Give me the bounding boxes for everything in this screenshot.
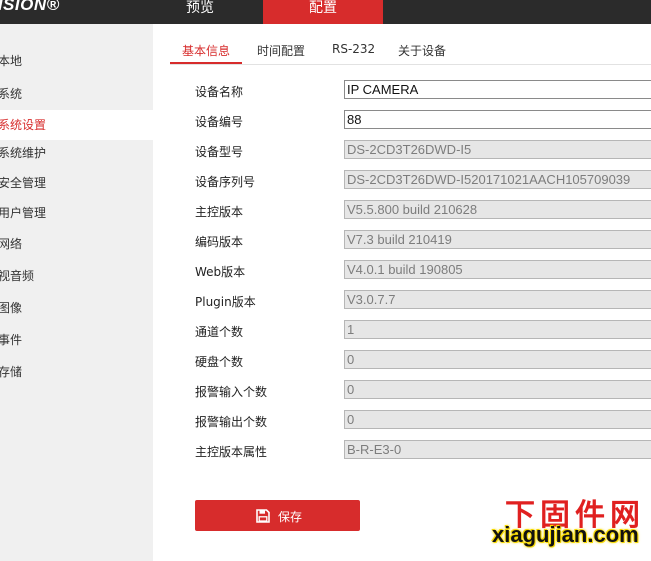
field-label: 主控版本属性 [195,445,268,459]
sidebar-item-local[interactable]: 本地 [0,46,153,76]
sidebar-item-storage[interactable]: 存储 [0,357,153,387]
channel-count-field: 1 [344,320,651,339]
firmware-version-field: V5.5.800 build 210628 [344,200,651,219]
form-row-device-model: 设备型号 DS-2CD3T26DWD-I5 [195,140,651,160]
tab-about-device[interactable]: 关于设备 [398,42,446,59]
field-label: 设备名称 [195,85,244,99]
form-row-device-number: 设备编号 88 [195,110,651,130]
device-model-field: DS-2CD3T26DWD-I5 [344,140,651,159]
form-row-alarm-input-count: 报警输入个数 0 [195,380,651,400]
top-bar: VISION® 预览 配置 [0,0,651,24]
form-row-alarm-output-count: 报警输出个数 0 [195,410,651,430]
subtab-bar: 基本信息 时间配置 RS-232 关于设备 [170,38,651,65]
field-label: 设备序列号 [195,175,256,189]
sidebar-item-network[interactable]: 网络 [0,229,153,259]
field-label: 报警输出个数 [195,415,268,429]
form-row-encoding-version: 编码版本 V7.3 build 210419 [195,230,651,250]
sidebar: 本地 系统 系统设置 系统维护 安全管理 用户管理 网络 视音频 图像 事件 存… [0,24,153,561]
watermark-url: xiagujian.com [492,522,639,547]
sidebar-item-system-settings[interactable]: 系统设置 [0,110,153,140]
field-label: 设备编号 [195,115,244,129]
form-row-firmware-attribute: 主控版本属性 B-R-E3-0 [195,440,651,460]
save-button-label: 保存 [278,510,303,524]
sidebar-item-users[interactable]: 用户管理 [0,198,153,228]
tab-basic-info[interactable]: 基本信息 [170,42,243,64]
form-row-channel-count: 通道个数 1 [195,320,651,340]
brand-logo: VISION® [0,0,60,14]
sidebar-item-system-maintenance[interactable]: 系统维护 [0,138,153,168]
device-name-input[interactable]: IP CAMERA [344,80,651,99]
disk-count-field: 0 [344,350,651,369]
field-label: 设备型号 [195,145,244,159]
field-label: 报警输入个数 [195,385,268,399]
nav-tab-config[interactable]: 配置 [263,0,383,24]
field-label: 通道个数 [195,325,244,339]
tab-time-config[interactable]: 时间配置 [257,42,305,59]
tab-rs232[interactable]: RS-232 [332,42,375,56]
save-button[interactable]: 保存 [195,500,360,531]
encoding-version-field: V7.3 build 210419 [344,230,651,249]
serial-number-field: DS-2CD3T26DWD-I520171021AACH105709039 [344,170,651,189]
field-label: 主控版本 [195,205,244,219]
sidebar-item-event[interactable]: 事件 [0,325,153,355]
field-label: 编码版本 [195,235,244,249]
form-row-device-name: 设备名称 IP CAMERA [195,80,651,100]
form-row-plugin-version: Plugin版本 V3.0.7.7 [195,290,651,310]
field-label: Plugin版本 [195,295,256,309]
sidebar-item-image[interactable]: 图像 [0,293,153,323]
form-row-serial-number: 设备序列号 DS-2CD3T26DWD-I520171021AACH105709… [195,170,651,190]
field-label: 硬盘个数 [195,355,244,369]
form-row-web-version: Web版本 V4.0.1 build 190805 [195,260,651,280]
sidebar-item-system[interactable]: 系统 [0,79,153,109]
web-version-field: V4.0.1 build 190805 [344,260,651,279]
floppy-disk-icon [256,509,270,523]
device-number-input[interactable]: 88 [344,110,651,129]
field-label: Web版本 [195,265,246,279]
alarm-output-count-field: 0 [344,410,651,429]
sidebar-item-video-audio[interactable]: 视音频 [0,261,153,291]
form-row-disk-count: 硬盘个数 0 [195,350,651,370]
nav-tab-preview[interactable]: 预览 [150,0,250,24]
firmware-attribute-field: B-R-E3-0 [344,440,651,459]
plugin-version-field: V3.0.7.7 [344,290,651,309]
form-row-firmware-version: 主控版本 V5.5.800 build 210628 [195,200,651,220]
alarm-input-count-field: 0 [344,380,651,399]
sidebar-item-security[interactable]: 安全管理 [0,168,153,198]
